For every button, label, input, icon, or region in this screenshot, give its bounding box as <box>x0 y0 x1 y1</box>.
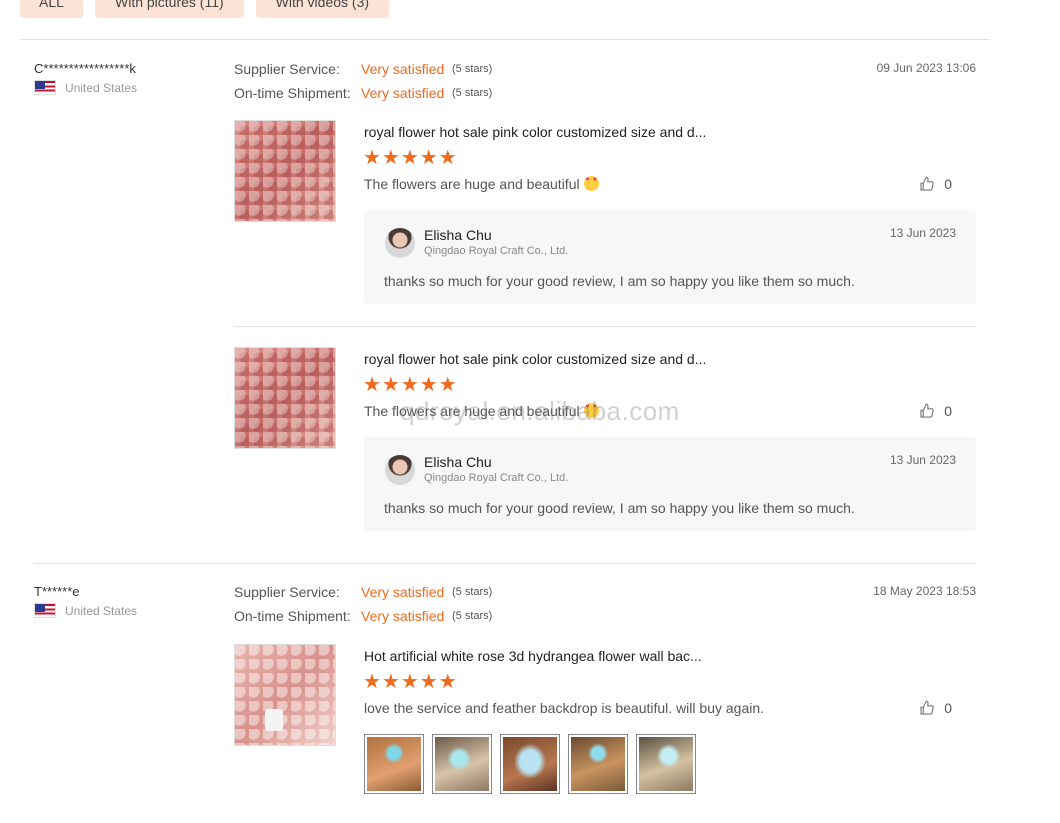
review-photo[interactable] <box>500 734 560 794</box>
rating-stars-text: (5 stars) <box>452 586 493 598</box>
like-count: 0 <box>944 403 952 419</box>
reply-author-name: Elisha Chu <box>424 454 492 470</box>
thumbs-up-icon <box>920 403 934 418</box>
rating-value: Very satisfied <box>361 584 445 600</box>
reply-date: 13 Jun 2023 <box>889 226 956 240</box>
reply-company: Qingdao Royal Craft Co., Ltd. <box>424 245 569 257</box>
watermark: qdroyal.en.alibaba.com <box>400 396 680 426</box>
like-count: 0 <box>944 700 952 716</box>
like-button[interactable]: 0 <box>918 175 952 193</box>
review-text: The flowers are huge and beautiful <box>364 176 599 192</box>
rating-label: Supplier Service: <box>234 584 340 600</box>
reviewed-product: royal flower hot sale pink color customi… <box>234 347 976 537</box>
review-photo[interactable] <box>636 734 696 794</box>
country-label: United States <box>65 603 138 618</box>
reply-text: thanks so much for your good review, I a… <box>384 500 855 516</box>
rating-label: Supplier Service: <box>234 61 340 77</box>
reply-date: 13 Jun 2023 <box>889 453 956 467</box>
reply-company: Qingdao Royal Craft Co., Ltd. <box>424 472 569 484</box>
review-item-continued: royal flower hot sale pink color customi… <box>34 347 976 547</box>
review-item: T******e United States Supplier Service:… <box>34 584 976 814</box>
supplier-reply: Elisha Chu Qingdao Royal Craft Co., Ltd.… <box>364 210 976 304</box>
review-date: 09 Jun 2023 13:06 <box>876 61 976 75</box>
review-text: love the service and feather backdrop is… <box>364 700 765 716</box>
thumbs-up-icon <box>920 700 934 715</box>
reviewed-product: Hot artificial white rose 3d hydrangea f… <box>234 644 976 804</box>
product-thumbnail[interactable] <box>234 644 336 746</box>
rating-label: On-time Shipment: <box>234 85 351 101</box>
rating-supplier-service: Supplier Service: Very satisfied (5 star… <box>234 584 492 600</box>
product-thumbnail[interactable] <box>234 347 336 449</box>
us-flag-icon <box>34 603 56 618</box>
star-rating: ★★★★★ <box>363 671 458 693</box>
rating-stars-text: (5 stars) <box>452 610 493 622</box>
like-button[interactable]: 0 <box>918 699 952 717</box>
review-date: 18 May 2023 18:53 <box>873 584 976 598</box>
thumbs-up-icon <box>920 176 934 191</box>
rating-ontime-shipment: On-time Shipment: Very satisfied (5 star… <box>234 608 492 624</box>
reply-author-name: Elisha Chu <box>424 227 492 243</box>
review-filter-tabs: ALL With pictures (11) With videos (3) <box>20 0 390 18</box>
rating-stars-text: (5 stars) <box>452 87 493 99</box>
filter-all-button[interactable]: ALL <box>20 0 83 18</box>
reviewer-name: C*****************k <box>34 61 136 76</box>
product-title-link[interactable]: royal flower hot sale pink color customi… <box>364 351 706 367</box>
product-thumbnail[interactable] <box>234 120 336 222</box>
avatar <box>385 455 415 485</box>
reviewer-country: United States <box>34 603 137 618</box>
review-photo-gallery <box>364 734 696 794</box>
review-photo[interactable] <box>568 734 628 794</box>
reviewer-name: T******e <box>34 584 80 599</box>
reviewed-product: royal flower hot sale pink color customi… <box>234 120 976 310</box>
star-rating: ★★★★★ <box>363 147 458 169</box>
divider <box>34 563 976 564</box>
rating-supplier-service: Supplier Service: Very satisfied (5 star… <box>234 61 492 77</box>
filter-with-videos-button[interactable]: With videos (3) <box>255 0 390 18</box>
review-photo[interactable] <box>364 734 424 794</box>
country-label: United States <box>65 80 138 95</box>
product-title-link[interactable]: royal flower hot sale pink color customi… <box>364 124 706 140</box>
rating-stars-text: (5 stars) <box>452 63 493 75</box>
rating-value: Very satisfied <box>361 85 445 101</box>
like-button[interactable]: 0 <box>918 402 952 420</box>
like-count: 0 <box>944 176 952 192</box>
avatar <box>385 228 415 258</box>
rating-label: On-time Shipment: <box>234 608 351 624</box>
reviewer-country: United States <box>34 80 137 95</box>
reply-text: thanks so much for your good review, I a… <box>384 273 855 289</box>
star-rating: ★★★★★ <box>363 374 458 396</box>
filter-with-pictures-button[interactable]: With pictures (11) <box>95 0 244 18</box>
divider <box>234 326 976 327</box>
rating-value: Very satisfied <box>361 61 445 77</box>
heart-eyes-emoji-icon <box>583 176 599 191</box>
rating-ontime-shipment: On-time Shipment: Very satisfied (5 star… <box>234 85 492 101</box>
supplier-reply: Elisha Chu Qingdao Royal Craft Co., Ltd.… <box>364 437 976 531</box>
product-title-link[interactable]: Hot artificial white rose 3d hydrangea f… <box>364 648 702 664</box>
review-photo[interactable] <box>432 734 492 794</box>
us-flag-icon <box>34 80 56 95</box>
divider <box>20 39 990 40</box>
rating-value: Very satisfied <box>361 608 445 624</box>
